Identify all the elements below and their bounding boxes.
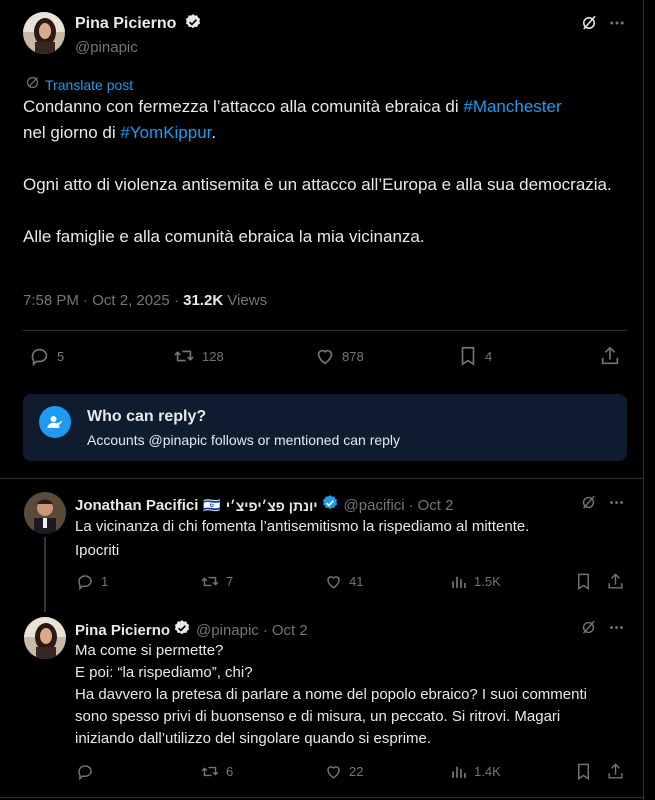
reply-restriction-title: Who can reply? bbox=[87, 408, 207, 425]
post-paragraph-3: Alle famiglie e alla comunità ebraica la… bbox=[23, 227, 425, 246]
repost-button[interactable]: 7 bbox=[200, 572, 233, 591]
reply-body: La vicinanza di chi fomenta l’antisemiti… bbox=[75, 518, 530, 559]
like-button[interactable]: 22 bbox=[324, 762, 363, 781]
views-label: Views bbox=[227, 292, 268, 309]
reply-author-hebrew-name[interactable]: יונתן פצ׳יפיצ׳י bbox=[226, 498, 318, 514]
post-time[interactable]: 7:58 PM bbox=[23, 292, 79, 309]
more-options-icon[interactable] bbox=[608, 14, 626, 32]
divider bbox=[0, 478, 644, 479]
israel-flag-icon: 🇮🇱 bbox=[203, 497, 221, 513]
author-handle[interactable]: @pinapic bbox=[75, 39, 202, 56]
reply-header: Jonathan Pacifici 🇮🇱 יונתן פצ׳יפיצ׳י @pa… bbox=[75, 494, 453, 517]
reply-button[interactable] bbox=[76, 762, 101, 781]
grok-icon[interactable] bbox=[580, 619, 597, 636]
reply-date[interactable]: Oct 2 bbox=[418, 497, 454, 514]
repost-count: 7 bbox=[226, 574, 234, 589]
like-count: 41 bbox=[349, 574, 364, 589]
author-info: Pina Picierno @pinapic bbox=[75, 13, 202, 56]
like-button[interactable]: 878 bbox=[314, 345, 364, 367]
share-button[interactable] bbox=[606, 762, 625, 781]
bookmark-button[interactable] bbox=[574, 572, 593, 591]
share-button[interactable] bbox=[599, 345, 621, 367]
like-count: 878 bbox=[342, 348, 364, 364]
post-body: Condanno con fermezza l’attacco alla com… bbox=[23, 94, 623, 276]
reply-author-handle[interactable]: @pinapic bbox=[196, 622, 259, 639]
like-count: 22 bbox=[349, 764, 364, 779]
reply-count: 5 bbox=[57, 348, 65, 364]
repost-count: 128 bbox=[202, 348, 224, 364]
views-button[interactable]: 1.4K bbox=[449, 762, 501, 781]
repost-button[interactable]: 6 bbox=[200, 762, 233, 781]
reply-button[interactable]: 1 bbox=[76, 572, 108, 591]
post-metadata: 7:58 PM · Oct 2, 2025 · 31.2K Views bbox=[23, 292, 268, 309]
translate-post-link[interactable]: Translate post bbox=[25, 75, 133, 95]
reply-button[interactable]: 5 bbox=[29, 345, 64, 367]
reply-avatar[interactable] bbox=[24, 492, 66, 534]
reply-header: Pina Picierno @pinapic · Oct 2 bbox=[75, 619, 308, 642]
reply-author-name[interactable]: Pina Picierno bbox=[75, 622, 170, 639]
grok-icon[interactable] bbox=[580, 494, 597, 511]
repost-button[interactable]: 128 bbox=[172, 345, 224, 367]
more-options-icon[interactable] bbox=[608, 494, 625, 511]
translate-label: Translate post bbox=[45, 77, 134, 93]
post-date[interactable]: Oct 2, 2025 bbox=[92, 292, 170, 309]
views-button[interactable]: 1.5K bbox=[449, 572, 501, 591]
timeline-column: Pina Picierno @pinapic Translate post Co… bbox=[0, 0, 644, 800]
verified-badge-icon bbox=[321, 494, 339, 517]
like-button[interactable]: 41 bbox=[324, 572, 363, 591]
thread-connector bbox=[44, 537, 46, 612]
reply-body: Ma come si permette? E poi: “la rispedia… bbox=[75, 642, 587, 747]
more-options-icon[interactable] bbox=[608, 619, 625, 636]
hashtag-yomkippur[interactable]: #YomKippur bbox=[120, 123, 211, 142]
verified-badge-icon bbox=[184, 13, 202, 36]
post-paragraph-1: Condanno con fermezza l’attacco alla com… bbox=[23, 97, 562, 142]
reply-author-handle[interactable]: @pacifici bbox=[344, 497, 405, 514]
bookmark-count: 4 bbox=[485, 348, 493, 364]
translate-icon bbox=[25, 75, 40, 95]
hashtag-manchester[interactable]: #Manchester bbox=[463, 97, 561, 116]
reply-date[interactable]: Oct 2 bbox=[272, 622, 308, 639]
share-button[interactable] bbox=[606, 572, 625, 591]
views-count: 1.5K bbox=[474, 574, 501, 589]
bookmark-button[interactable] bbox=[574, 762, 593, 781]
grok-icon[interactable] bbox=[580, 14, 598, 32]
author-avatar[interactable] bbox=[23, 12, 65, 54]
bookmark-button[interactable]: 4 bbox=[457, 345, 492, 367]
repost-count: 6 bbox=[226, 764, 234, 779]
reply-restriction-body: Accounts @pinapic follows or mentioned c… bbox=[87, 432, 401, 448]
views-count: 31.2K bbox=[183, 292, 224, 309]
divider bbox=[0, 797, 644, 798]
divider bbox=[23, 330, 627, 331]
post-paragraph-2: Ogni atto di violenza antisemita è un at… bbox=[23, 175, 612, 194]
author-name[interactable]: Pina Picierno bbox=[75, 15, 176, 32]
reply-restriction-notice: Who can reply? Accounts @pinapic follows… bbox=[23, 394, 627, 461]
mention-icon bbox=[39, 406, 71, 438]
verified-badge-icon bbox=[173, 619, 191, 642]
reply-author-name[interactable]: Jonathan Pacifici bbox=[75, 497, 198, 514]
views-count: 1.4K bbox=[474, 764, 501, 779]
reply-count: 1 bbox=[101, 574, 109, 589]
reply-avatar[interactable] bbox=[24, 617, 66, 659]
